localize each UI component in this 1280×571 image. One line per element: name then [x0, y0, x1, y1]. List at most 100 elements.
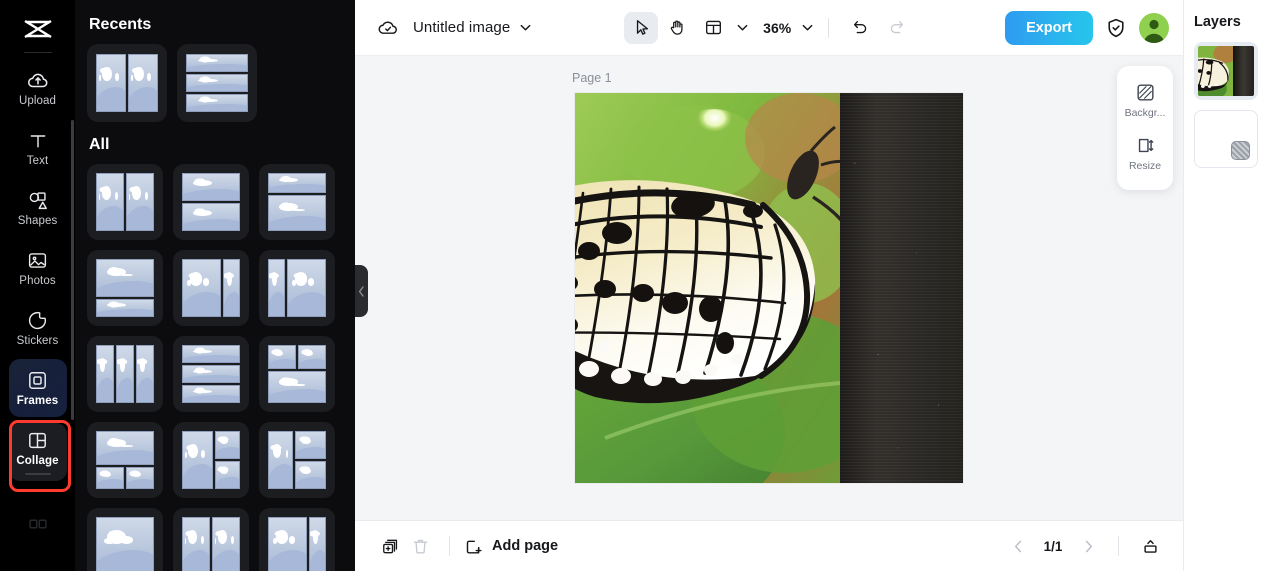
- template-cell: [268, 517, 308, 571]
- layout-chevron-down-icon[interactable]: [736, 21, 749, 34]
- template-cell: [96, 259, 154, 297]
- template-cell: [309, 517, 326, 571]
- template-cell: [186, 74, 248, 92]
- collapse-panel-button[interactable]: [1135, 531, 1165, 561]
- export-button[interactable]: Export: [1005, 10, 1093, 45]
- bottom-divider-2: [1118, 536, 1119, 556]
- sidebar-item-label: Text: [26, 154, 49, 167]
- sidebar-item-stickers[interactable]: Stickers: [9, 299, 67, 357]
- sidebar-item-partial[interactable]: [9, 495, 67, 553]
- template-cell: [287, 259, 326, 317]
- sticker-icon: [27, 310, 49, 332]
- sidebar-item-shapes[interactable]: Shapes: [9, 179, 67, 237]
- template-card[interactable]: [87, 422, 163, 498]
- template-cell: [96, 345, 114, 403]
- layers-panel: Layers: [1183, 0, 1280, 571]
- cloud-saved-icon[interactable]: [377, 17, 399, 39]
- collage-grid-icon: [27, 430, 49, 452]
- template-cell: [116, 345, 134, 403]
- redo-button[interactable]: [879, 12, 913, 44]
- sidebar-item-label: Upload: [18, 94, 57, 107]
- template-card[interactable]: [87, 336, 163, 412]
- layer-image[interactable]: [1194, 42, 1258, 100]
- template-cell: [96, 54, 126, 112]
- template-card[interactable]: [87, 508, 163, 571]
- topbar-right: Export: [1005, 10, 1169, 45]
- sidebar-item-frames[interactable]: Frames: [8, 359, 67, 417]
- template-card[interactable]: [173, 336, 249, 412]
- template-card[interactable]: [173, 508, 249, 571]
- layer-background[interactable]: [1194, 110, 1258, 168]
- template-cell: [126, 173, 154, 231]
- sidebar-item-collage[interactable]: Collage: [8, 423, 67, 481]
- sidebar-item-photos[interactable]: Photos: [9, 239, 67, 297]
- artboard[interactable]: [575, 93, 963, 483]
- delete-page-button[interactable]: [405, 531, 435, 561]
- butterfly-photo[interactable]: [575, 93, 840, 483]
- prev-page-button[interactable]: [1004, 532, 1032, 560]
- zoom-level[interactable]: 36%: [763, 20, 791, 36]
- page-label: Page 1: [572, 71, 612, 85]
- template-card[interactable]: [259, 164, 335, 240]
- template-cell: [268, 173, 326, 193]
- sidebar-item-label: Frames: [16, 394, 59, 407]
- template-card[interactable]: [173, 422, 249, 498]
- capcut-logo-icon[interactable]: [18, 14, 58, 44]
- template-cell: [182, 517, 210, 571]
- template-card[interactable]: [177, 44, 257, 122]
- template-card[interactable]: [259, 422, 335, 498]
- background-button[interactable]: Backgr...: [1117, 76, 1173, 125]
- chevron-down-icon[interactable]: [519, 21, 532, 34]
- user-avatar-icon[interactable]: [1138, 12, 1169, 43]
- left-nav-rail: Upload Text Shapes Photos Stickers Frame…: [0, 0, 75, 571]
- sidebar-item-label: Shapes: [17, 214, 58, 227]
- next-page-button[interactable]: [1074, 532, 1102, 560]
- undo-button[interactable]: [843, 12, 877, 44]
- template-card[interactable]: [87, 164, 163, 240]
- template-card[interactable]: [259, 250, 335, 326]
- toolbar-divider: [828, 17, 830, 38]
- template-cell: [186, 94, 248, 112]
- layer-dark-thumb: [1232, 46, 1254, 96]
- canvas-area[interactable]: Page 1 Backgr... Resize: [355, 56, 1183, 520]
- page-indicator: 1/1: [1043, 538, 1063, 554]
- template-cell: [182, 203, 240, 231]
- template-card[interactable]: [173, 250, 249, 326]
- template-cell: [182, 173, 240, 201]
- layer-thumbnail: [1198, 46, 1254, 96]
- template-cell: [182, 345, 240, 363]
- template-card[interactable]: [87, 250, 163, 326]
- template-card[interactable]: [87, 44, 167, 122]
- layout-tool[interactable]: [696, 12, 730, 44]
- sidebar-item-text[interactable]: Text: [9, 119, 67, 177]
- document-title[interactable]: Untitled image: [413, 19, 510, 36]
- zoom-chevron-down-icon[interactable]: [801, 21, 814, 34]
- sidebar-item-upload[interactable]: Upload: [9, 59, 67, 117]
- template-cell: [268, 259, 286, 317]
- add-page-label: Add page: [492, 538, 559, 554]
- template-cell: [96, 517, 154, 571]
- dark-texture-photo[interactable]: [840, 93, 963, 483]
- background-label: Backgr...: [1124, 107, 1166, 119]
- template-card[interactable]: [259, 336, 335, 412]
- grid-partial-icon: [27, 513, 49, 535]
- template-cell: [182, 365, 240, 383]
- rail-scrollbar[interactable]: [71, 120, 74, 420]
- rail-divider: [23, 52, 52, 53]
- select-tool[interactable]: [624, 11, 659, 44]
- template-cell: [186, 54, 248, 72]
- template-cell: [182, 259, 222, 317]
- recents-heading: Recents: [89, 16, 152, 33]
- add-page-button[interactable]: Add page: [464, 537, 558, 556]
- resize-button[interactable]: Resize: [1117, 129, 1173, 178]
- shield-check-icon[interactable]: [1105, 17, 1127, 39]
- layer-butterfly-thumb: [1198, 46, 1233, 96]
- template-card[interactable]: [259, 508, 335, 571]
- sidebar-item-label: Stickers: [16, 334, 59, 347]
- template-card[interactable]: [173, 164, 249, 240]
- hand-tool[interactable]: [660, 12, 694, 44]
- text-t-icon: [27, 130, 49, 152]
- duplicate-page-button[interactable]: [375, 531, 405, 561]
- collapse-panel-handle[interactable]: [355, 265, 368, 317]
- image-icon: [27, 250, 49, 272]
